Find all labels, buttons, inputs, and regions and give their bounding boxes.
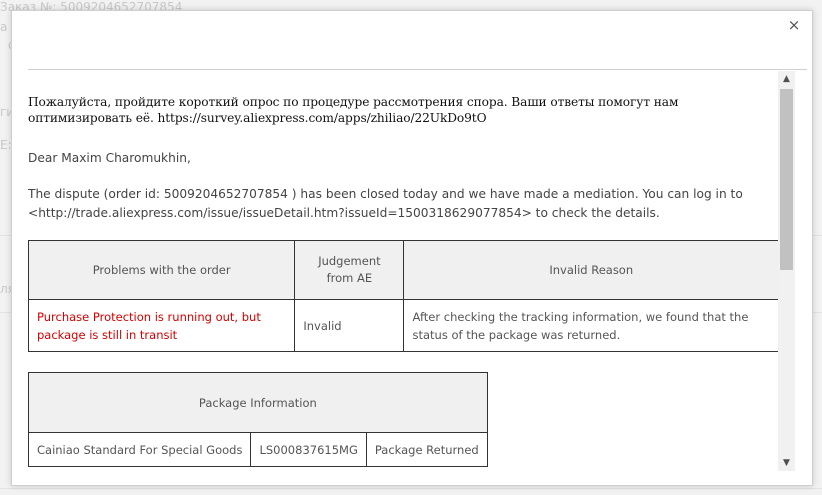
- dispute-message-dialog: × Пожалуйста, пройдите короткий опрос по…: [11, 10, 813, 486]
- close-icon[interactable]: ×: [786, 15, 802, 35]
- table-header-row: Package Information: [28, 372, 488, 433]
- package-information-table: Package Information Cainiao Standard For…: [28, 372, 488, 467]
- judgement-table: Problems with the order Judgement from A…: [28, 240, 778, 352]
- table-row: Cainiao Standard For Special Goods LS000…: [28, 432, 488, 467]
- column-header-invalid-reason: Invalid Reason: [403, 240, 778, 300]
- greeting-text: Dear Maxim Charomukhin,: [28, 151, 191, 165]
- scroll-down-icon[interactable]: ▼: [778, 455, 795, 471]
- problem-cell: Purchase Protection is running out, but …: [28, 299, 296, 352]
- scroll-up-icon[interactable]: ▲: [778, 71, 795, 87]
- dispute-closed-text: The dispute (order id: 5009204652707854 …: [28, 187, 743, 220]
- table-row: Purchase Protection is running out, but …: [28, 299, 778, 352]
- carrier-cell: Cainiao Standard For Special Goods: [28, 432, 252, 467]
- background-divider: [0, 488, 822, 489]
- header-divider: [28, 69, 807, 70]
- background-fragment: а: [0, 20, 8, 34]
- vertical-scrollbar[interactable]: ▲ ▼: [778, 71, 795, 471]
- tracking-number-cell: LS000837615MG: [250, 432, 367, 467]
- column-header-problems: Problems with the order: [28, 240, 296, 300]
- package-status-cell: Package Returned: [365, 432, 488, 467]
- table-header-row: Problems with the order Judgement from A…: [28, 240, 778, 300]
- scrollbar-thumb[interactable]: [780, 89, 793, 270]
- survey-invitation-text: Пожалуйста, пройдите короткий опрос по п…: [28, 95, 679, 125]
- column-header-judgement: Judgement from AE: [294, 240, 405, 300]
- message-body: Пожалуйста, пройдите короткий опрос по п…: [28, 71, 778, 471]
- package-information-header: Package Information: [28, 372, 488, 433]
- invalid-reason-cell: After checking the tracking information,…: [403, 299, 778, 352]
- background-fragment: E:: [0, 138, 12, 152]
- judgement-cell: Invalid: [294, 299, 405, 352]
